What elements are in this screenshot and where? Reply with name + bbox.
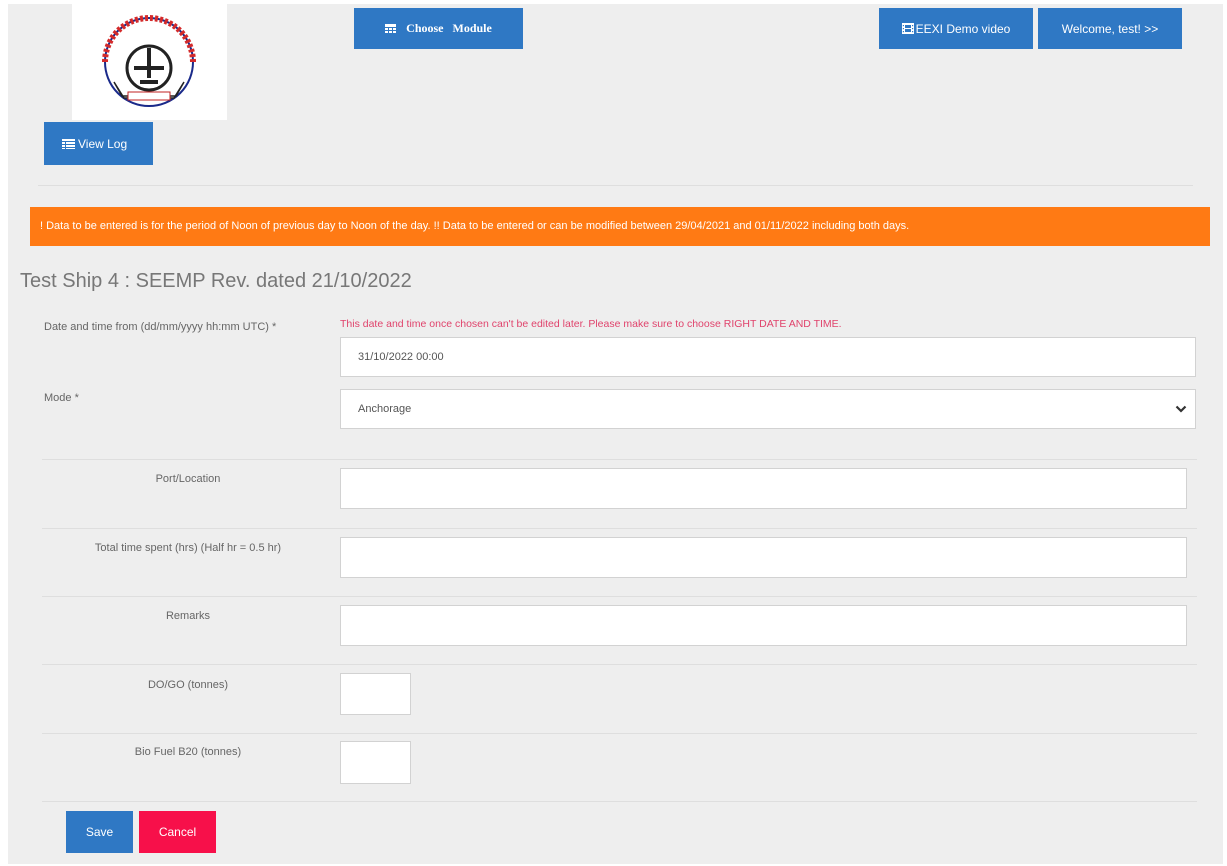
row-divider bbox=[42, 528, 1197, 529]
header-divider bbox=[38, 185, 1193, 186]
do-go-label: DO/GO (tonnes) bbox=[147, 679, 229, 691]
choose-module-button[interactable]: Choose Module bbox=[354, 8, 523, 49]
total-time-input[interactable] bbox=[340, 537, 1187, 578]
total-time-label: Total time spent (hrs) (Half hr = 0.5 hr… bbox=[94, 542, 282, 554]
mode-label: Mode * bbox=[44, 392, 79, 404]
period-alert-banner: ! Data to be entered is for the period o… bbox=[30, 207, 1210, 246]
datetime-label: Date and time from (dd/mm/yyyy hh:mm UTC… bbox=[44, 321, 277, 333]
remarks-input[interactable] bbox=[340, 605, 1187, 646]
save-button[interactable]: Save bbox=[66, 811, 133, 853]
choose-module-label: Choose Module bbox=[406, 21, 492, 35]
table-icon bbox=[385, 23, 397, 33]
bio-fuel-label: Bio Fuel B20 (tonnes) bbox=[134, 746, 242, 758]
port-location-input[interactable] bbox=[340, 468, 1187, 509]
dg-shipping-logo bbox=[72, 4, 227, 120]
datetime-input[interactable]: 31/10/2022 00:00 bbox=[340, 337, 1196, 377]
mode-value: Anchorage bbox=[358, 403, 412, 415]
datetime-value: 31/10/2022 00:00 bbox=[358, 351, 444, 363]
row-divider bbox=[42, 801, 1197, 802]
cancel-button[interactable]: Cancel bbox=[139, 811, 216, 853]
row-divider bbox=[42, 459, 1197, 460]
logo-emblem-icon bbox=[102, 15, 196, 107]
eexi-demo-video-button[interactable]: EEXI Demo video bbox=[879, 8, 1033, 49]
chevron-down-icon bbox=[1175, 405, 1187, 413]
row-divider bbox=[42, 596, 1197, 597]
save-label: Save bbox=[85, 825, 114, 839]
film-icon bbox=[901, 23, 914, 34]
welcome-label: Welcome, test! >> bbox=[1061, 21, 1159, 36]
page-title: Test Ship 4 : SEEMP Rev. dated 21/10/202… bbox=[20, 270, 412, 292]
alert-text: ! Data to be entered is for the period o… bbox=[40, 220, 910, 232]
datetime-warning: This date and time once chosen can't be … bbox=[340, 318, 842, 330]
cancel-label: Cancel bbox=[158, 825, 197, 839]
remarks-label: Remarks bbox=[165, 610, 210, 622]
view-log-label: View Log bbox=[78, 136, 128, 151]
port-location-label: Port/Location bbox=[155, 473, 221, 485]
bio-fuel-input[interactable] bbox=[340, 741, 411, 784]
eexi-demo-label: EEXI Demo video bbox=[915, 21, 1011, 36]
row-divider bbox=[42, 733, 1197, 734]
row-divider bbox=[42, 664, 1197, 665]
do-go-input[interactable] bbox=[340, 673, 411, 715]
welcome-user-button[interactable]: Welcome, test! >> bbox=[1038, 8, 1182, 49]
view-log-button[interactable]: View Log bbox=[44, 122, 153, 165]
mode-select[interactable]: Anchorage bbox=[340, 389, 1196, 429]
list-icon bbox=[62, 138, 75, 149]
page-background bbox=[8, 4, 1223, 864]
